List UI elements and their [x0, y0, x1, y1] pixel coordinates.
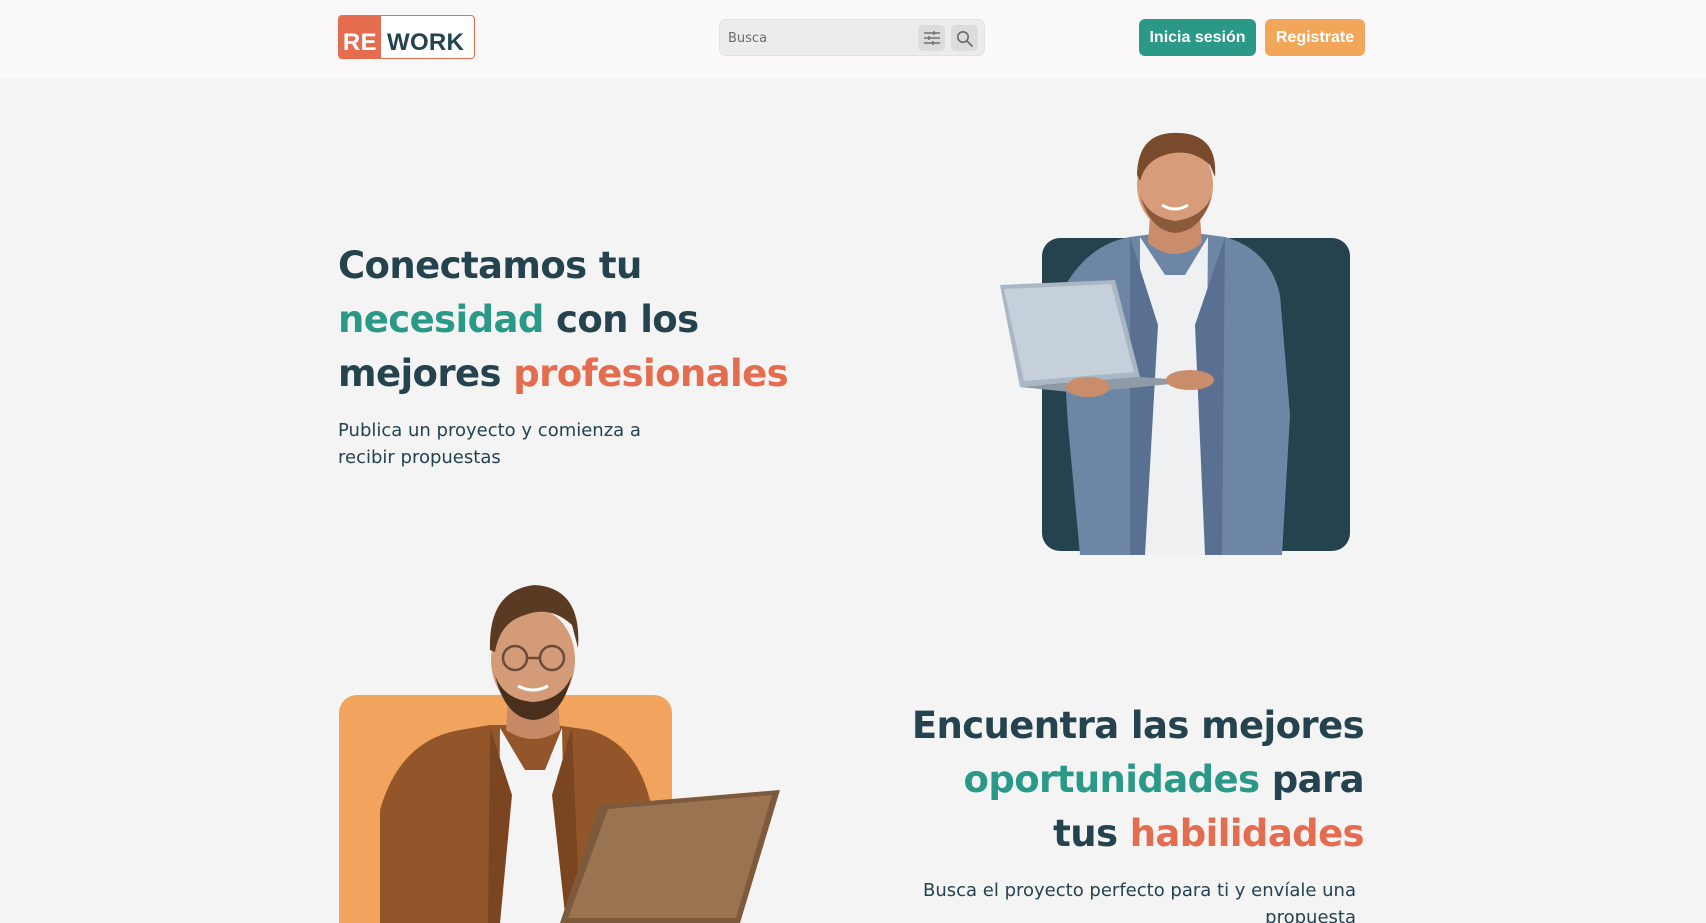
hero2-title-highlight-habilidades: habilidades	[1129, 812, 1365, 855]
login-button[interactable]: Inicia sesión	[1139, 19, 1256, 56]
hero-title-clients: Conectamos tu necesidad con los mejores …	[338, 239, 808, 401]
freelancer-with-laptop-image	[380, 585, 780, 923]
hero-title-freelancers: Encuentra las mejores oportunidades para…	[900, 699, 1365, 861]
register-button[interactable]: Registrate	[1265, 19, 1365, 56]
logo-re-text: RE	[339, 16, 381, 58]
hero-title-line1: Conectamos tu	[338, 244, 642, 287]
hero-title-mid: con los	[556, 298, 699, 341]
filter-icon	[923, 31, 940, 45]
hero2-title-pre: tus	[1053, 812, 1118, 855]
search-input[interactable]	[728, 25, 908, 51]
hero-subtitle-freelancers: Busca el proyecto perfecto para ti y env…	[922, 880, 1356, 923]
hero2-title-highlight-oportunidades: oportunidades	[963, 758, 1260, 801]
hero-title-highlight-profesionales: profesionales	[513, 352, 788, 395]
logo-work-text: WORK	[387, 29, 465, 56]
search-button[interactable]	[951, 25, 978, 51]
search-icon	[957, 30, 973, 47]
hero2-title-line1: Encuentra las mejores	[911, 704, 1365, 747]
hero-subtitle-clients: Publica un proyecto y comienza a recibir…	[338, 420, 641, 468]
hero-title-pre: mejores	[338, 352, 502, 395]
site-header: RE WORK Inicia sesión Regi	[0, 0, 1706, 78]
filter-button[interactable]	[918, 25, 945, 51]
search-bar	[719, 19, 985, 56]
rework-logo[interactable]: RE WORK	[338, 15, 475, 59]
hero2-title-mid: para	[1271, 758, 1365, 801]
professional-with-laptop-image	[1000, 132, 1290, 555]
hero-title-highlight-necesidad: necesidad	[338, 298, 544, 341]
